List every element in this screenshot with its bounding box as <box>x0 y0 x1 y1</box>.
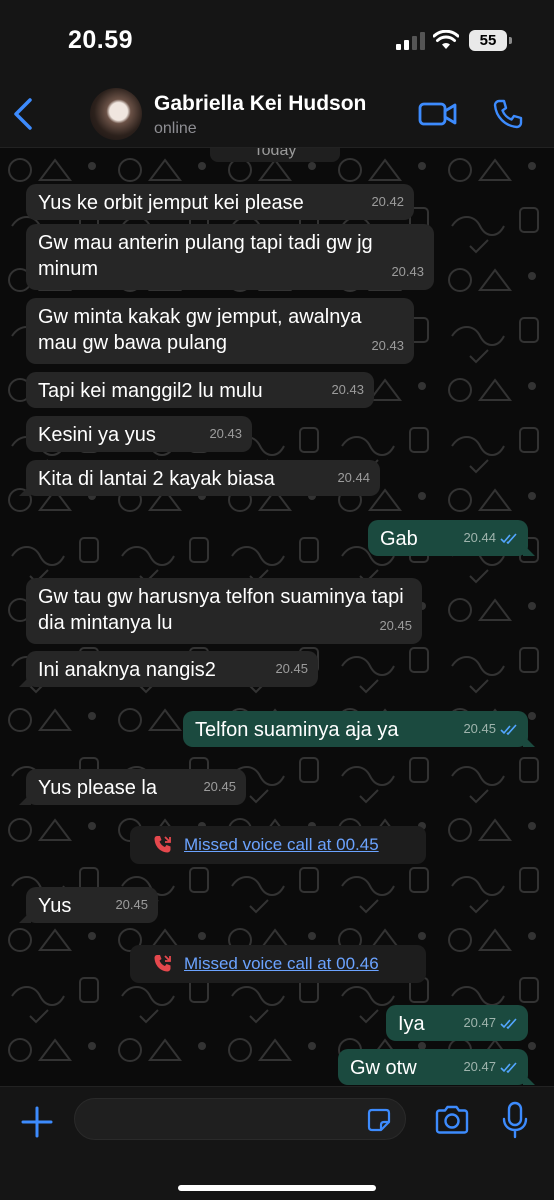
message-text: Ini anaknya nangis2 <box>38 659 216 681</box>
message-input[interactable] <box>74 1098 406 1140</box>
message-text: Tapi kei manggil2 lu mulu <box>38 380 263 402</box>
message-outgoing[interactable]: Iya 20.47 <box>386 1005 528 1041</box>
contact-avatar[interactable] <box>90 88 142 140</box>
message-time: 20.45 <box>379 618 412 633</box>
back-chevron-icon[interactable] <box>10 94 36 134</box>
message-time: 20.43 <box>331 382 364 397</box>
missed-call-icon <box>154 836 171 853</box>
missed-call-notice[interactable]: Missed voice call at 00.46 <box>130 945 426 983</box>
home-indicator[interactable] <box>178 1185 376 1191</box>
contact-status: online <box>154 120 197 137</box>
message-outgoing[interactable]: Gw otw 20.47 <box>338 1049 535 1085</box>
message-incoming[interactable]: Kita di lantai 2 kayak biasa 20.44 <box>19 460 380 496</box>
message-incoming[interactable]: Yus please la 20.45 <box>19 769 246 805</box>
missed-call-text[interactable]: Missed voice call at 00.46 <box>184 954 379 974</box>
message-text: Kita di lantai 2 kayak biasa <box>38 468 275 490</box>
plus-icon[interactable] <box>20 1105 54 1139</box>
message-time: 20.45 <box>115 897 148 912</box>
composer-bar <box>0 1086 554 1200</box>
message-text: Yus ke orbit jemput kei please <box>38 192 304 214</box>
message-text: Gw minta kakak gw jemput, awalnya mau gw… <box>38 306 362 354</box>
message-time: 20.42 <box>371 194 404 209</box>
double-check-icon <box>500 1017 517 1029</box>
video-camera-icon[interactable] <box>418 99 458 129</box>
message-time: 20.45 <box>275 661 308 676</box>
message-time: 20.45 <box>203 779 236 794</box>
status-bar: 20.59 55 <box>0 0 554 80</box>
message-text: Gw tau gw harusnya telfon suaminya tapi … <box>38 586 404 634</box>
message-incoming[interactable]: Yus 20.45 <box>19 887 158 923</box>
microphone-icon[interactable] <box>500 1101 530 1139</box>
contact-name[interactable]: Gabriella Kei Hudson <box>154 92 366 116</box>
double-check-icon <box>500 532 517 544</box>
phone-icon[interactable] <box>492 98 524 130</box>
message-text: Gw mau anterin pulang tapi tadi gw jg mi… <box>38 232 373 280</box>
message-time: 20.47 <box>463 1059 496 1074</box>
status-time: 20.59 <box>68 26 134 54</box>
double-check-icon <box>500 723 517 735</box>
message-incoming[interactable]: Gw tau gw harusnya telfon suaminya tapi … <box>26 578 422 644</box>
wifi-icon <box>433 30 459 49</box>
message-time: 20.43 <box>391 264 424 279</box>
signal-icon <box>396 32 426 50</box>
message-incoming[interactable]: Tapi kei manggil2 lu mulu 20.43 <box>26 372 374 408</box>
message-incoming[interactable]: Gw minta kakak gw jemput, awalnya mau gw… <box>26 298 414 364</box>
missed-call-icon <box>154 955 171 972</box>
message-time: 20.43 <box>209 426 242 441</box>
missed-call-notice[interactable]: Missed voice call at 00.45 <box>130 826 426 864</box>
message-outgoing[interactable]: Gab 20.44 <box>368 520 535 556</box>
battery-indicator: 55 <box>469 30 512 51</box>
message-incoming[interactable]: Yus ke orbit jemput kei please 20.42 <box>26 184 414 220</box>
chat-header: Gabriella Kei Hudson online <box>0 80 554 148</box>
missed-call-text[interactable]: Missed voice call at 00.45 <box>184 835 379 855</box>
message-incoming[interactable]: Gw mau anterin pulang tapi tadi gw jg mi… <box>26 224 434 290</box>
message-time: 20.45 <box>463 721 496 736</box>
chat-area[interactable]: Today Yus ke orbit jemput kei please 20.… <box>0 148 554 1086</box>
message-time: 20.44 <box>463 530 496 545</box>
sticker-icon[interactable] <box>367 1108 391 1132</box>
message-incoming[interactable]: Ini anaknya nangis2 20.45 <box>19 651 318 687</box>
message-time: 20.47 <box>463 1015 496 1030</box>
message-outgoing[interactable]: Telfon suaminya aja ya 20.45 <box>183 711 535 747</box>
double-check-icon <box>500 1061 517 1073</box>
message-time: 20.43 <box>371 338 404 353</box>
message-incoming[interactable]: Kesini ya yus 20.43 <box>26 416 252 452</box>
message-time: 20.44 <box>337 470 370 485</box>
day-divider: Today <box>210 148 340 162</box>
camera-icon[interactable] <box>434 1105 470 1135</box>
